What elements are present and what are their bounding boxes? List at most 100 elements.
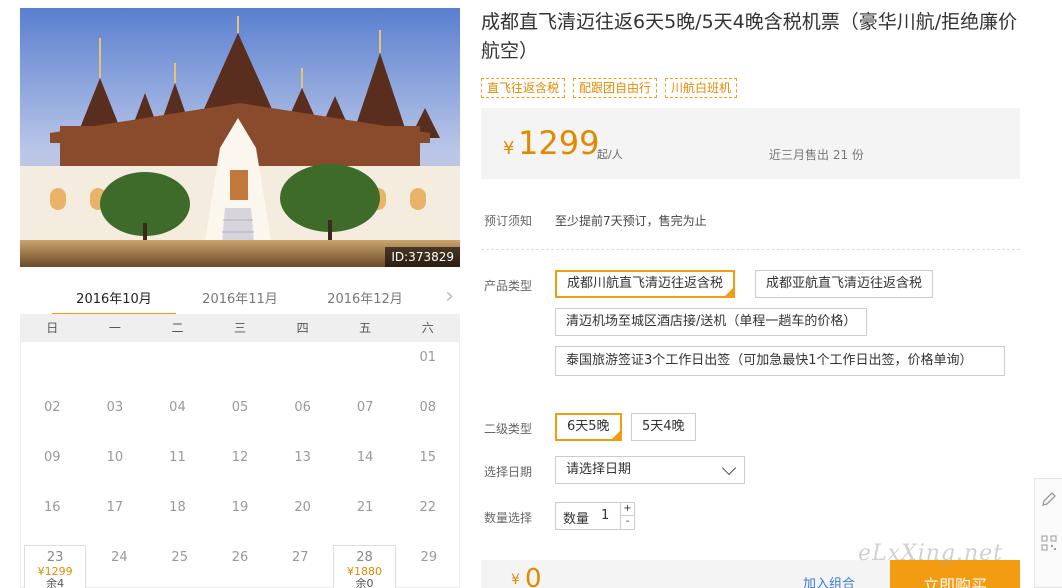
qty-plus-button[interactable]: +	[620, 503, 634, 516]
calendar-day[interactable]: 23 ¥1299 余4	[24, 545, 87, 588]
calendar-week-row: 23 ¥1299 余4 24 25 26 27 28 ¥1880 余0 29	[21, 542, 459, 588]
calendar-day: 25	[150, 542, 210, 588]
option-type-yahang[interactable]: 成都亚航直飞清迈往返含税	[755, 270, 934, 298]
calendar-week-row: 16 17 18 19 20 21 22	[21, 492, 459, 542]
calendar: 日 一 二 三 四 五 六 01 02 03 04 05 06 07 08 09 10 11 12 13…	[20, 314, 460, 588]
calendar-day: 26	[210, 542, 270, 588]
quantity-stepper[interactable]: 数量 1 + -	[555, 502, 635, 530]
calendar-empty-cell	[271, 342, 334, 392]
calendar-day-number: 11	[169, 450, 186, 465]
calendar-day: 10	[84, 442, 147, 492]
calendar-day-number: 13	[294, 450, 311, 465]
calendar-day-number: 24	[111, 550, 128, 565]
price-currency: ¥	[503, 138, 515, 159]
chevron-down-icon	[721, 460, 737, 476]
edit-icon[interactable]	[1041, 491, 1057, 507]
calendar-day-number: 28	[356, 550, 373, 565]
tab-month-oct[interactable]: 2016年10月	[52, 280, 176, 316]
qrcode-icon[interactable]	[1041, 535, 1057, 551]
total-currency: ¥	[511, 572, 520, 588]
subtype-label: 二级类型	[484, 422, 533, 436]
calendar-day: 24	[89, 542, 149, 588]
calendar-day: 17	[84, 492, 147, 542]
calendar-day-number: 08	[419, 400, 437, 415]
calendar-week-row: 09 10 11 12 13 14 15	[21, 442, 459, 492]
calendar-day: 21	[334, 492, 397, 542]
weekday-label: 一	[108, 321, 121, 335]
add-combo-link[interactable]: 加入组合	[803, 573, 855, 588]
calendar-week-row: 02 03 04 05 06 07 08	[21, 392, 459, 442]
qty-minus-button[interactable]: -	[620, 516, 634, 529]
calendar-day: 01	[396, 342, 459, 392]
calendar-day: 03	[84, 392, 147, 442]
calendar-day-number: 15	[419, 450, 437, 465]
calendar-day: 13	[271, 442, 334, 492]
date-select[interactable]: 请选择日期	[555, 456, 745, 484]
calendar-day: 18	[146, 492, 209, 542]
tag: 直飞往返含税	[481, 78, 566, 98]
calendar-day: 09	[21, 442, 84, 492]
option-subtype-6d5n[interactable]: 6天5晚	[555, 413, 622, 441]
calendar-day: 12	[209, 442, 272, 492]
calendar-day-number: 12	[231, 450, 249, 465]
calendar-day-number: 04	[169, 400, 186, 415]
calendar-weekday-header: 日 一 二 三 四 五 六	[21, 314, 459, 342]
calendar-empty-cell	[146, 342, 209, 392]
price-unit: 起/人	[597, 148, 623, 161]
option-type-chuanhang[interactable]: 成都川航直飞清迈往返含税	[555, 270, 736, 298]
calendar-day: 08	[396, 392, 459, 442]
calendar-day-number: 22	[419, 500, 437, 515]
calendar-day: 04	[146, 392, 209, 442]
qty-value[interactable]: 1	[601, 508, 609, 523]
calendar-day-number: 27	[291, 550, 309, 565]
weekday-label: 五	[359, 321, 372, 335]
calendar-day: 22	[396, 492, 459, 542]
calendar-day-number: 14	[356, 450, 374, 465]
calendar-day[interactable]: 28 ¥1880 余0	[333, 545, 396, 588]
calendar-day: 05	[209, 392, 272, 442]
month-tabs: 2016年10月 2016年11月 2016年12月 ›	[20, 280, 460, 316]
calendar-day: 16	[21, 492, 84, 542]
calendar-day-number: 21	[356, 500, 374, 515]
product-photo: ID:373829	[20, 8, 460, 267]
temple-image	[20, 8, 460, 267]
weekday-label: 日	[46, 321, 59, 335]
calendar-day: 11	[146, 442, 209, 492]
calendar-day-number: 17	[106, 500, 124, 515]
calendar-day-number: 26	[231, 550, 249, 565]
calendar-day: 27	[270, 542, 330, 588]
tag: 配跟团自由行	[573, 78, 658, 98]
weekday-label: 三	[234, 321, 247, 335]
option-subtype-5d4n[interactable]: 5天4晚	[631, 413, 696, 441]
calendar-day-number: 01	[419, 350, 437, 365]
product-title: 成都直飞清迈往返6天5晚/5天4晚含税机票（豪华川航/拒绝廉价航空）	[481, 11, 1018, 62]
calendar-day: 20	[271, 492, 334, 542]
calendar-day-number: 07	[356, 400, 374, 415]
qty-label: 数量选择	[484, 511, 533, 525]
qty-inner-label: 数量	[563, 512, 590, 527]
date-select-value: 请选择日期	[566, 462, 632, 477]
calendar-day-remaining: 余0	[355, 577, 374, 588]
calendar-day-number: 06	[294, 400, 311, 415]
watermark: eLxXing.net	[858, 541, 1004, 566]
date-label: 选择日期	[484, 465, 533, 479]
option-type-transfer[interactable]: 清迈机场至城区酒店接/送机（单程一趟车的价格）	[555, 308, 868, 336]
tab-month-nov[interactable]: 2016年11月	[178, 280, 302, 316]
calendar-day-number: 09	[44, 450, 61, 465]
calendar-empty-cell	[21, 342, 84, 392]
calendar-day: 06	[271, 392, 334, 442]
calendar-day: 19	[209, 492, 272, 542]
product-tags: 直飞往返含税 配跟团自由行 川航白班机	[481, 78, 738, 98]
total-price: 0	[525, 564, 542, 588]
notice-label: 预订须知	[484, 214, 533, 228]
sold-count: 近三月售出 21 份	[769, 148, 864, 162]
calendar-day-number: 05	[231, 400, 249, 415]
tab-month-dec[interactable]: 2016年12月	[303, 280, 427, 316]
calendar-day: 02	[21, 392, 84, 442]
chevron-right-icon[interactable]: ›	[445, 286, 454, 308]
calendar-body: 01 02 03 04 05 06 07 08 09 10 11 12 13 14 15 16 17 18 19 20…	[21, 342, 459, 588]
calendar-empty-cell	[209, 342, 272, 392]
notice-text: 至少提前7天预订，售完为止	[555, 214, 707, 228]
option-type-visa[interactable]: 泰国旅游签证3个工作日出签（可加急最快1个工作日出签，价格单询）	[555, 346, 1005, 376]
calendar-week-row: 01	[21, 342, 459, 392]
